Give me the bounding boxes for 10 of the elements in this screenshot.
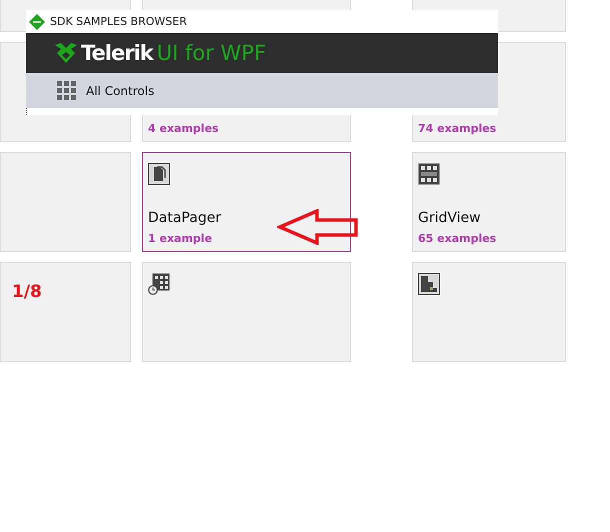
example-count: 74 examples bbox=[418, 122, 496, 135]
example-count: 1 example bbox=[148, 232, 212, 245]
example-count: 4 examples bbox=[148, 122, 219, 135]
example-count: 65 examples bbox=[418, 232, 496, 245]
product-name: UI for WPF bbox=[156, 41, 266, 65]
page-annotation: 1/8 bbox=[12, 282, 42, 302]
window-title: SDK SAMPLES BROWSER bbox=[50, 15, 187, 28]
control-name: DataPager bbox=[148, 210, 222, 226]
control-name: GridView bbox=[418, 210, 481, 226]
brand-name: Telerik bbox=[81, 41, 153, 65]
